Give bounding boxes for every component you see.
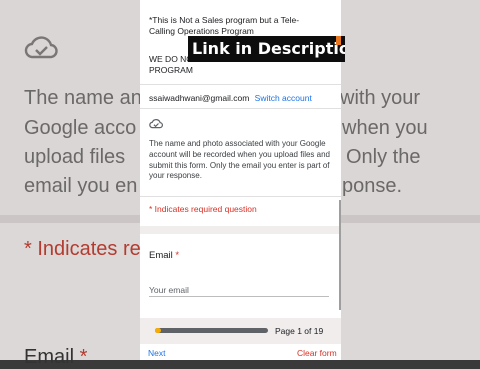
scrollbar[interactable] [339,200,341,310]
clear-form-button[interactable]: Clear form [297,348,337,358]
privacy-description: The name and photo associated with your … [149,139,331,181]
background-text-line: email you en [24,175,138,197]
background-email-label: Email * [24,346,88,368]
notice-line: WE DO NO [149,54,193,64]
section-gap [140,226,341,234]
notice-line: PROGRAM [149,65,193,75]
background-text-line: upload files [24,146,126,168]
account-email: ssaiwadhwani@gmail.com [149,93,250,103]
form-footer: Next Clear form [140,344,341,360]
email-question-label: Email * [149,250,180,261]
background-required-note: * Indicates re [24,238,141,260]
background-text-line: Only the [346,146,421,168]
progress-bar [155,328,268,333]
background-text-line: The name an [24,87,142,109]
next-button[interactable]: Next [148,348,165,358]
required-question-note: * Indicates required question [149,204,257,214]
cloud-done-icon [149,119,163,129]
notice-line: *This is Not a Sales program but a Tele- [149,15,300,25]
divider [140,108,341,109]
background-text-line: with your [340,87,421,109]
background-text-line: when you [342,117,428,139]
progress-fill [155,328,161,333]
link-in-description-caption: Link in Description [188,36,345,62]
email-input[interactable] [149,283,329,297]
progress-section: Page 1 of 19 [140,318,341,344]
account-row: ssaiwadhwani@gmail.com Switch account [149,93,312,103]
divider [140,84,341,85]
background-text-line: ponse. [342,175,403,197]
switch-account-link[interactable]: Switch account [255,93,312,103]
background-text-line: Google acco [24,117,137,139]
divider [140,196,341,197]
cloud-done-icon [24,36,58,59]
page-count: Page 1 of 19 [275,326,324,336]
caption-accent [336,36,341,45]
